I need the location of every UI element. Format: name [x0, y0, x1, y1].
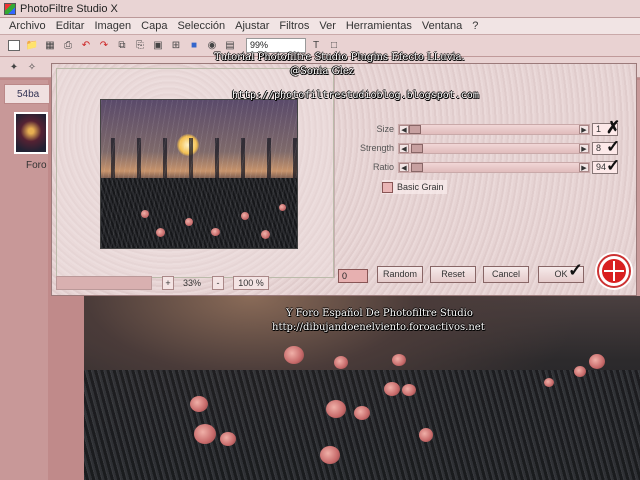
param-strength: Strength ◀ ▶ 8 ✓ — [342, 137, 622, 157]
document-tab[interactable]: 54ba — [4, 84, 50, 104]
zoom-percent: 33% — [182, 278, 201, 288]
redo-icon[interactable]: ↷ — [96, 38, 112, 54]
flower — [402, 384, 416, 396]
menu-imagen[interactable]: Imagen — [89, 20, 136, 32]
flower — [284, 346, 304, 364]
magic-wand-icon[interactable]: ✦ — [6, 59, 22, 75]
cancel-button[interactable]: Cancel — [483, 266, 529, 283]
print-icon[interactable]: ⎙ — [60, 38, 76, 54]
annotation-check-icon: ✓ — [568, 260, 584, 281]
menu-ajustar[interactable]: Ajustar — [230, 20, 274, 32]
slider-thumb[interactable] — [411, 143, 423, 153]
save-icon[interactable]: ▦ — [42, 38, 58, 54]
basic-grain-checkbox[interactable] — [382, 181, 393, 193]
target-logo-icon — [597, 254, 631, 288]
caption-forum: Y Foro Español De Photofiltre Studio — [286, 308, 473, 319]
zoom-bar — [56, 276, 152, 290]
caption-blog-url: http://photofiltrestudioblog.blogspot.co… — [232, 90, 479, 101]
size-slider[interactable]: ◀ ▶ — [398, 123, 590, 135]
resize-icon[interactable]: ▣ — [150, 38, 166, 54]
flower — [326, 400, 346, 418]
basic-grain-label: Basic Grain — [397, 182, 444, 192]
flower — [190, 396, 208, 412]
paste-icon[interactable]: ⎘ — [132, 38, 148, 54]
slider-right-arrow-icon[interactable]: ▶ — [579, 162, 589, 172]
flower — [544, 378, 554, 387]
param-ratio: Ratio ◀ ▶ 94 ✓ — [342, 156, 622, 176]
flower — [354, 406, 370, 420]
basic-grain-checkbox-row[interactable]: Basic Grain — [382, 180, 447, 194]
zoom-minus-button[interactable]: - — [212, 276, 224, 290]
sparkle-icon[interactable]: ✧ — [24, 59, 40, 75]
menu-bar: Archivo Editar Imagen Capa Selección Aju… — [0, 18, 640, 35]
zoom-plus-button[interactable]: + — [162, 276, 174, 290]
menu-seleccion[interactable]: Selección — [172, 20, 230, 32]
flower — [384, 382, 400, 396]
color-icon[interactable]: ■ — [186, 38, 202, 54]
ratio-slider-track[interactable]: ◀ ▶ — [398, 161, 590, 173]
caption-title: Tutorial Photofiltre Studio Plugins Efec… — [214, 52, 465, 63]
caption-forum-url: http://dibujandoenelviento.foroactivos.n… — [272, 322, 485, 333]
ratio-label: Ratio — [372, 162, 394, 172]
flower — [220, 432, 236, 446]
flower — [334, 356, 348, 369]
menu-filtros[interactable]: Filtros — [274, 20, 314, 32]
size-label: Size — [376, 124, 394, 134]
zoom-100-button[interactable]: 100 % — [233, 276, 269, 290]
flower — [194, 424, 216, 444]
annotation-check-icon: ✓ — [606, 156, 621, 176]
copy-icon[interactable]: ⧉ — [114, 38, 130, 54]
zoom-select[interactable]: 99% — [246, 38, 306, 53]
seed-field[interactable]: 0 — [338, 269, 368, 283]
document-thumbnail[interactable] — [14, 112, 48, 154]
flower — [392, 354, 406, 366]
preview-image[interactable] — [100, 99, 298, 249]
thumbnail-label: Foro — [26, 160, 47, 171]
rain-overlay — [101, 100, 297, 248]
flower — [589, 354, 605, 369]
annotation-check-icon: ✓ — [606, 137, 621, 157]
reset-button[interactable]: Reset — [430, 266, 476, 283]
menu-herramientas[interactable]: Herramientas — [341, 20, 417, 32]
menu-ventana[interactable]: Ventana — [417, 20, 467, 32]
app-logo-icon — [4, 2, 16, 15]
param-size: Size ◀ ▶ 1 ✗ — [342, 118, 622, 138]
grass-texture — [84, 370, 640, 480]
slider-right-arrow-icon[interactable]: ▶ — [579, 143, 589, 153]
annotation-check-icon: ✗ — [606, 118, 621, 138]
strength-slider[interactable]: ◀ ▶ — [398, 142, 590, 154]
slider-thumb[interactable] — [409, 124, 421, 134]
menu-archivo[interactable]: Archivo — [4, 20, 51, 32]
open-folder-icon[interactable]: 📁 — [24, 38, 40, 54]
slider-left-arrow-icon[interactable]: ◀ — [399, 124, 409, 134]
title-bar: PhotoFiltre Studio X — [0, 0, 640, 18]
window-title: PhotoFiltre Studio X — [20, 2, 118, 15]
strength-label: Strength — [359, 143, 394, 153]
menu-ver[interactable]: Ver — [314, 20, 341, 32]
slider-left-arrow-icon[interactable]: ◀ — [399, 162, 409, 172]
menu-help[interactable]: ? — [467, 20, 483, 32]
slider-right-arrow-icon[interactable]: ▶ — [579, 124, 589, 134]
flower — [574, 366, 586, 377]
slider-left-arrow-icon[interactable]: ◀ — [399, 143, 409, 153]
new-file-icon[interactable] — [6, 38, 22, 54]
flower — [320, 446, 340, 464]
random-button[interactable]: Random — [377, 266, 423, 283]
menu-editar[interactable]: Editar — [51, 20, 90, 32]
crop-icon[interactable]: ⊞ — [168, 38, 184, 54]
menu-capa[interactable]: Capa — [136, 20, 172, 32]
flower — [419, 428, 433, 442]
caption-author: @Sonia Glez — [290, 66, 355, 77]
slider-thumb[interactable] — [411, 162, 423, 172]
undo-icon[interactable]: ↶ — [78, 38, 94, 54]
